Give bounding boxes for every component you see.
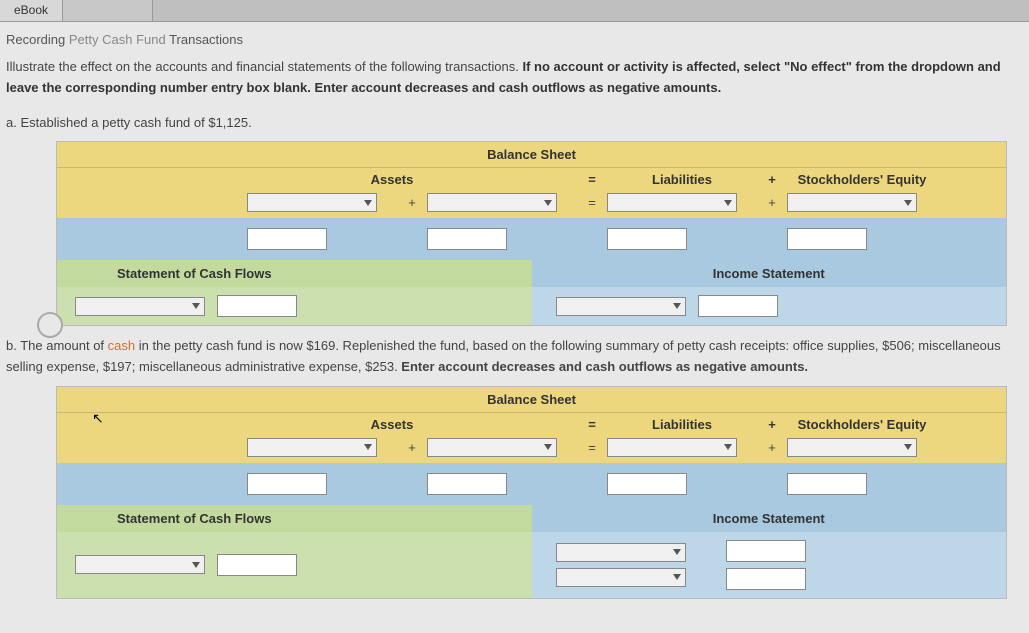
liability-amount-input[interactable] (607, 228, 687, 250)
liabilities-label-b: Liabilities (607, 417, 757, 432)
scf-header-b: Statement of Cash Flows (57, 505, 532, 532)
asset-account-2-select[interactable] (427, 193, 557, 212)
balance-sheet-title-b: Balance Sheet (57, 387, 1006, 413)
subtitle-grey: Petty Cash Fund (69, 32, 166, 47)
assets-label: Assets (207, 172, 577, 187)
balance-sheet-title: Balance Sheet (57, 142, 1006, 168)
assets-label-b: Assets (207, 417, 577, 432)
balance-sheet-section-a: Balance Sheet Assets = Liabilities + Sto… (57, 142, 1006, 260)
chevron-down-icon (192, 562, 200, 568)
asset-account-1-select-b[interactable] (247, 438, 377, 457)
chevron-down-icon (673, 574, 681, 580)
scf-header: Statement of Cash Flows (57, 260, 532, 287)
liability-account-select-b[interactable] (607, 438, 737, 457)
chevron-down-icon (544, 200, 552, 206)
bs-header-row: Assets = Liabilities + Stockholders' Equ… (57, 168, 1006, 191)
is-header: Income Statement (532, 260, 1007, 287)
asset-account-2-select-b[interactable] (427, 438, 557, 457)
plus-symbol-2-b: + (757, 440, 787, 455)
equals-label: = (577, 172, 607, 187)
tab-empty[interactable] (63, 0, 153, 21)
equals-label-b: = (577, 417, 607, 432)
liability-account-select[interactable] (607, 193, 737, 212)
equity-account-select[interactable] (787, 193, 917, 212)
stockholders-equity-label: Stockholders' Equity (787, 172, 937, 187)
scf-amount-input[interactable] (217, 295, 297, 317)
instruction-plain: Illustrate the effect on the accounts an… (6, 59, 522, 74)
asset-amount-2-input-b[interactable] (427, 473, 507, 495)
asset-account-1-select[interactable] (247, 193, 377, 212)
balance-sheet-section-b: Balance Sheet Assets = Liabilities + Sto… (57, 387, 1006, 505)
exercise-b: Balance Sheet Assets = Liabilities + Sto… (56, 386, 1007, 599)
equity-amount-input[interactable] (787, 228, 867, 250)
chevron-down-icon (673, 303, 681, 309)
scf-activity-select[interactable] (75, 297, 205, 316)
chevron-down-icon (904, 444, 912, 450)
tab-ebook[interactable]: eBook (0, 0, 63, 21)
plus-symbol: + (397, 195, 427, 210)
part-b-bold: Enter account decreases and cash outflow… (401, 359, 808, 374)
is-account-select[interactable] (556, 297, 686, 316)
scf-body (57, 287, 532, 325)
chevron-down-icon (364, 444, 372, 450)
chevron-down-icon (724, 200, 732, 206)
is-amount-input-b-2[interactable] (726, 568, 806, 590)
chevron-down-icon (673, 549, 681, 555)
plus-label-b: + (757, 417, 787, 432)
scf-body-b (57, 532, 532, 598)
liabilities-label: Liabilities (607, 172, 757, 187)
statement-headers-row-b: Statement of Cash Flows Income Statement (57, 505, 1006, 532)
subtitle-suffix: Transactions (166, 32, 243, 47)
scf-activity-select-b[interactable] (75, 555, 205, 574)
chevron-down-icon (192, 303, 200, 309)
asset-amount-1-input[interactable] (247, 228, 327, 250)
is-body-b (532, 532, 1007, 598)
is-body (532, 287, 1007, 325)
is-account-select-b-1[interactable] (556, 543, 686, 562)
asset-amount-1-input-b[interactable] (247, 473, 327, 495)
exercise-a: Balance Sheet Assets = Liabilities + Sto… (56, 141, 1007, 326)
equals-symbol: = (577, 195, 607, 210)
chevron-down-icon (544, 444, 552, 450)
statement-headers-row: Statement of Cash Flows Income Statement (57, 260, 1006, 287)
bs-account-row: + = + (57, 191, 1006, 218)
is-header-b: Income Statement (532, 505, 1007, 532)
chevron-down-icon (724, 444, 732, 450)
plus-label: + (757, 172, 787, 187)
chevron-down-icon (904, 200, 912, 206)
bs-value-row (57, 218, 1006, 260)
chevron-down-icon (364, 200, 372, 206)
asset-amount-2-input[interactable] (427, 228, 507, 250)
is-account-stack (556, 543, 686, 587)
part-b-label: b. The amount of cash in the petty cash … (6, 336, 1019, 378)
page-content: Recording Petty Cash Fund Transactions I… (0, 22, 1029, 599)
part-a-label: a. Established a petty cash fund of $1,1… (6, 113, 1019, 134)
bs-account-row-b: + = + (57, 436, 1006, 463)
is-amount-input[interactable] (698, 295, 778, 317)
stockholders-equity-label-b: Stockholders' Equity (787, 417, 937, 432)
scf-amount-input-b[interactable] (217, 554, 297, 576)
tab-bar: eBook (0, 0, 1029, 22)
part-b-cash-word: cash (108, 338, 135, 353)
subtitle-prefix: Recording (6, 32, 69, 47)
bs-header-row-b: Assets = Liabilities + Stockholders' Equ… (57, 413, 1006, 436)
statement-body-row-b (57, 532, 1006, 598)
is-account-select-b-2[interactable] (556, 568, 686, 587)
is-amount-input-b-1[interactable] (726, 540, 806, 562)
equity-amount-input-b[interactable] (787, 473, 867, 495)
plus-symbol-b: + (397, 440, 427, 455)
statement-body-row (57, 287, 1006, 325)
plus-symbol-2: + (757, 195, 787, 210)
equals-symbol-b: = (577, 440, 607, 455)
equity-account-select-b[interactable] (787, 438, 917, 457)
bs-value-row-b (57, 463, 1006, 505)
is-amount-stack (726, 540, 806, 590)
part-b-prefix: b. The amount of (6, 338, 108, 353)
instruction-text: Illustrate the effect on the accounts an… (6, 57, 1019, 99)
liability-amount-input-b[interactable] (607, 473, 687, 495)
exercise-subtitle: Recording Petty Cash Fund Transactions (6, 32, 1019, 47)
